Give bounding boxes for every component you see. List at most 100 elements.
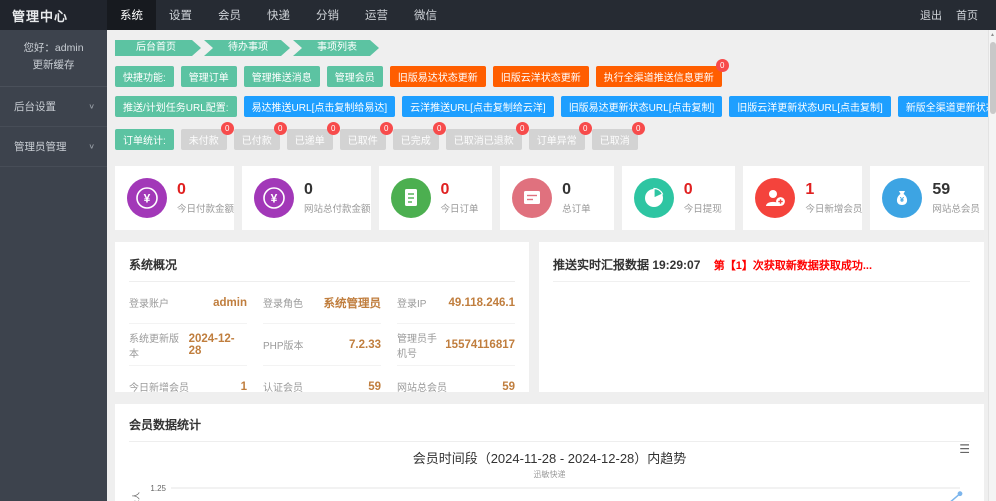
button-已取消[interactable]: 已取消 0: [591, 122, 645, 150]
stat-card-网站总会员: ¥59 网站总会员: [870, 166, 984, 230]
stat-card-label: 网站总会员: [932, 204, 980, 215]
nav-item-快递[interactable]: 快递: [254, 0, 303, 30]
overview-label: 认证会员: [263, 383, 303, 394]
chart-menu-icon[interactable]: ☰: [959, 443, 970, 455]
chart-subtitle: 迅敏快递: [533, 470, 566, 479]
nav-item-分销[interactable]: 分销: [303, 0, 352, 30]
push-url-label: 推送/计划任务URL配置:: [115, 96, 237, 117]
stat-card-meta: 0 总订单: [562, 181, 591, 215]
system-overview-title: 系统概况: [129, 252, 515, 282]
nav-item-运营[interactable]: 运营: [352, 0, 401, 30]
button-订单异常[interactable]: 订单异常 0: [528, 122, 592, 150]
badge-count: 0: [715, 59, 729, 72]
overview-value: 1: [240, 380, 247, 393]
overview-label: PHP版本: [263, 341, 304, 352]
overview-label: 管理员手机号: [397, 333, 437, 360]
overview-value: 2024-12-28: [188, 332, 235, 357]
stat-card-今日提现: 0 今日提现: [621, 166, 736, 230]
push-report-title: 推送实时汇报数据 19:29:07 第【1】次获取新数据获取成功...: [553, 252, 970, 282]
sidebar: 您好：admin 更新缓存 后台设置 ∨ 管理员管理 ∨: [0, 30, 107, 501]
scrollbar-thumb[interactable]: [990, 42, 996, 114]
member-chart-panel: 会员数据统计 会员时间段（2024-11-28 - 2024-12-28）内趋势…: [115, 404, 984, 501]
svg-text:1.25: 1.25: [150, 484, 166, 493]
overview-cell-登录账户: 登录账户 admin: [129, 282, 247, 324]
button-管理会员[interactable]: 管理会员: [326, 66, 383, 87]
stat-card-今日新增会员: 1 今日新增会员: [743, 166, 863, 230]
yen-icon: ¥: [127, 178, 167, 218]
stat-card-value: 0: [440, 181, 450, 198]
sidebar-item-后台设置[interactable]: 后台设置 ∨: [0, 87, 107, 127]
doc-icon: [390, 178, 431, 218]
button-管理推送消息[interactable]: 管理推送消息: [243, 66, 320, 87]
stat-card-value: 0: [177, 181, 186, 198]
stat-card-value: 1: [805, 181, 815, 198]
stat-card-label: 总订单: [562, 204, 591, 215]
button-旧版易达状态更新[interactable]: 旧版易达状态更新: [389, 66, 486, 87]
chart-title: 会员时间段（2024-11-28 - 2024-12-28）内趋势: [412, 451, 687, 466]
button-执行全渠道推送信息更新[interactable]: 执行全渠道推送信息更新 0: [595, 59, 729, 87]
nav-link-首页[interactable]: 首页: [956, 7, 978, 23]
chevron-down-icon: ∨: [88, 142, 95, 151]
quick-actions-row: 快捷功能: 管理订单 管理推送消息 管理会员 旧版易达状态更新 旧版云洋状态更新 执行全渠道…: [115, 59, 984, 87]
stat-card-meta: 59 网站总会员: [932, 181, 980, 215]
scroll-up-arrow-icon[interactable]: ▲: [989, 30, 996, 40]
button-旧版云洋状态更新[interactable]: 旧版云洋状态更新: [492, 66, 589, 87]
stat-card-label: 今日付款金额: [177, 204, 235, 215]
button-未付款[interactable]: 未付款 0: [180, 122, 234, 150]
overview-cell-登录角色: 登录角色 系统管理员: [263, 282, 381, 324]
system-overview-panel: 系统概况 登录账户 admin 登录角色 系统管理员 登录IP 49.118.246.1 系…: [115, 242, 529, 408]
chart-plot-area: 1.25-0.25单位:人11-2811-2911-3012-0112-0212…: [129, 482, 970, 501]
top-nav-right: 退出 首页: [920, 0, 996, 30]
vertical-scrollbar[interactable]: ▲: [988, 30, 996, 501]
overview-cell-管理员手机号: 管理员手机号 15574116817: [397, 324, 515, 366]
nav-link-退出[interactable]: 退出: [920, 7, 942, 23]
button-已付款[interactable]: 已付款 0: [233, 122, 287, 150]
nav-item-微信[interactable]: 微信: [401, 0, 450, 30]
order-stats-row: 订单统计: 未付款 0 已付款 0 已递单 0 已取件 0 已完成 0 已取消已退款 0 订单异常 0 已取消…: [115, 122, 984, 150]
button-已递单[interactable]: 已递单 0: [286, 122, 340, 150]
badge-count: 0: [326, 122, 340, 135]
push-url-row: 推送/计划任务URL配置: 易达推送URL[点击复制给易达] 云洋推送URL[点击复…: [115, 96, 988, 117]
stat-card-网站总付款金额: ¥0 网站总付款金额: [242, 166, 371, 230]
nav-item-系统[interactable]: 系统: [107, 0, 156, 30]
breadcrumb-item-后台首页[interactable]: 后台首页: [115, 40, 201, 56]
overview-cell-网站总会员: 网站总会员 59: [397, 366, 515, 408]
stat-card-今日付款金额: ¥0 今日付款金额: [115, 166, 235, 230]
button-云洋推送URL[点击复制给云洋][interactable]: 云洋推送URL[点击复制给云洋]: [402, 96, 554, 117]
overview-label: 网站总会员: [397, 383, 447, 394]
button-管理订单[interactable]: 管理订单: [180, 66, 237, 87]
sidebar-item-label: 管理员管理: [14, 141, 67, 153]
button-新版全渠道更新状态URL[点击复制][interactable]: 新版全渠道更新状态URL[点击复制]: [897, 96, 988, 117]
overview-value: 15574116817: [445, 338, 515, 351]
overview-cell-认证会员: 认证会员 59: [263, 366, 381, 408]
pie-icon: [633, 178, 674, 218]
nav-item-设置[interactable]: 设置: [156, 0, 205, 30]
overview-label: 登录IP: [397, 299, 427, 310]
stat-card-meta: 0 今日提现: [684, 181, 722, 215]
money-bag-icon: ¥: [882, 178, 923, 218]
button-易达推送URL[点击复制给易达][interactable]: 易达推送URL[点击复制给易达]: [243, 96, 396, 117]
button-旧版云洋更新状态URL[点击复制][interactable]: 旧版云洋更新状态URL[点击复制]: [729, 96, 891, 117]
refresh-cache-link[interactable]: 更新缓存: [4, 57, 103, 74]
card-icon: [512, 178, 553, 218]
breadcrumb-item-事项列表[interactable]: 事项列表: [293, 40, 379, 56]
chevron-down-icon: ∨: [88, 102, 95, 111]
sidebar-admin-block: 您好：admin 更新缓存: [0, 30, 107, 87]
button-已完成[interactable]: 已完成 0: [392, 122, 446, 150]
nav-item-会员[interactable]: 会员: [205, 0, 254, 30]
breadcrumb-item-待办事项[interactable]: 待办事项: [204, 40, 290, 56]
overview-value: 49.118.246.1: [448, 296, 515, 309]
overview-value: 59: [502, 380, 515, 393]
button-已取件[interactable]: 已取件 0: [339, 122, 393, 150]
button-旧版易达更新状态URL[点击复制][interactable]: 旧版易达更新状态URL[点击复制]: [560, 96, 723, 117]
top-bar: 管理中心 系统 设置 会员 快递 分销 运营 微信 退出 首页: [0, 0, 996, 30]
overview-value: 59: [368, 380, 381, 393]
overview-label: 今日新增会员: [129, 383, 189, 394]
user-plus-icon: [755, 178, 796, 218]
overview-cell-登录IP: 登录IP 49.118.246.1: [397, 282, 515, 324]
button-已取消已退款[interactable]: 已取消已退款 0: [445, 122, 529, 150]
overview-cell-PHP版本: PHP版本 7.2.33: [263, 324, 381, 366]
badge-count: 0: [631, 122, 645, 135]
sidebar-item-管理员管理[interactable]: 管理员管理 ∨: [0, 127, 107, 167]
badge-count: 0: [273, 122, 287, 135]
